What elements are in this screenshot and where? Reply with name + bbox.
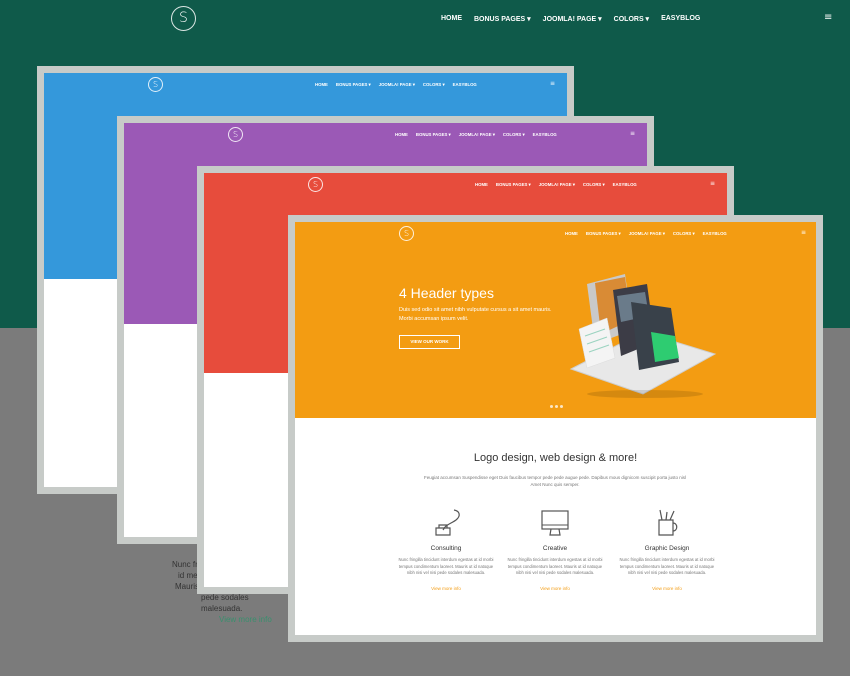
preview-nav: HOME BONUS PAGES ▾ JOOMLA! PAGE ▾ COLORS…: [395, 132, 557, 137]
feature-text: Nunc fringilla tincidunt interdum egesta…: [619, 557, 715, 575]
section-title: Logo design, web design & more!: [473, 452, 638, 464]
slider-dots: [550, 405, 563, 408]
nav-item-colors[interactable]: COLORS ▾: [673, 231, 695, 237]
feature-creative: Creative Nunc fringilla tincidunt interd…: [505, 508, 605, 595]
hamburger-menu-icon[interactable]: ≡: [801, 229, 806, 236]
main-nav: HOME BONUS PAGES ▾ JOOMLA! PAGE ▾ COLORS…: [441, 15, 700, 23]
feature-text: Nunc fringilla tincidunt interdum egesta…: [398, 557, 494, 575]
background-view-more-link[interactable]: View more info: [219, 615, 272, 624]
hero-text: Duis sed odio sit amet nibh vulputate cu…: [399, 307, 552, 322]
nav-item-easyblog[interactable]: EASYBLOG: [703, 231, 727, 237]
slider-dot[interactable]: [555, 405, 558, 408]
feature-title: Consulting: [430, 545, 462, 552]
preview-logo[interactable]: S: [399, 226, 414, 241]
nav-item-easyblog[interactable]: EASYBLOG: [661, 15, 700, 23]
hero-title: 4 Header types: [399, 285, 494, 301]
feature-consulting: Consulting Nunc fringilla tincidunt inte…: [396, 508, 496, 595]
nav-item-home[interactable]: HOME: [441, 15, 462, 23]
slider-dot[interactable]: [560, 405, 563, 408]
hamburger-menu-icon: ≡: [710, 180, 716, 187]
monitor-icon: [541, 510, 569, 536]
nav-item-home[interactable]: HOME: [565, 231, 578, 237]
hamburger-menu-icon: ≡: [550, 80, 556, 87]
pencil-cup-icon: [658, 509, 678, 536]
view-our-work-button[interactable]: VIEW OUR WORK: [399, 335, 460, 349]
nav-item-bonus-pages[interactable]: BONUS PAGES ▾: [474, 15, 531, 23]
nav-item-bonus-pages[interactable]: BONUS PAGES ▾: [586, 231, 621, 237]
view-more-info-link[interactable]: View more info: [652, 586, 682, 591]
preview-nav: HOME BONUS PAGES ▾ JOOMLA! PAGE ▾ COLORS…: [475, 182, 637, 187]
hamburger-menu-icon: ≡: [630, 130, 636, 137]
preview-logo: S: [308, 177, 323, 192]
feature-text: Nunc fringilla tincidunt interdum egesta…: [507, 557, 603, 575]
preview-nav: HOME BONUS PAGES ▾ JOOMLA! PAGE ▾ COLORS…: [315, 82, 477, 87]
preview-logo: S: [228, 127, 243, 142]
site-logo[interactable]: S: [171, 6, 196, 31]
view-more-info-link[interactable]: View more info: [431, 586, 461, 591]
section-subtitle: Feugiat accumsan Suspendisse eget Duis f…: [424, 475, 686, 487]
nav-item-joomla-page[interactable]: JOOMLA! PAGE ▾: [629, 231, 665, 237]
background-navbar: S HOME BONUS PAGES ▾ JOOMLA! PAGE ▾ COLO…: [0, 0, 850, 40]
tablet-mockup-image: [569, 274, 717, 398]
preview-hero: S HOME BONUS PAGES ▾ JOOMLA! PAGE ▾ COLO…: [295, 222, 816, 418]
hamburger-menu-icon[interactable]: ≡: [824, 12, 832, 23]
feature-graphic-design: Graphic Design Nunc fringilla tincidunt …: [617, 508, 717, 595]
preview-orange: S HOME BONUS PAGES ▾ JOOMLA! PAGE ▾ COLO…: [288, 215, 823, 642]
view-more-info-link[interactable]: View more info: [540, 586, 570, 591]
nav-item-joomla-page[interactable]: JOOMLA! PAGE ▾: [543, 15, 602, 23]
slider-dot[interactable]: [550, 405, 553, 408]
quill-inkwell-icon: [435, 509, 460, 536]
feature-title: Graphic Design: [644, 545, 690, 552]
feature-title: Creative: [542, 545, 568, 552]
preview-nav: HOME BONUS PAGES ▾ JOOMLA! PAGE ▾ COLORS…: [557, 231, 727, 237]
preview-logo: S: [148, 77, 163, 92]
nav-item-colors[interactable]: COLORS ▾: [614, 15, 649, 23]
